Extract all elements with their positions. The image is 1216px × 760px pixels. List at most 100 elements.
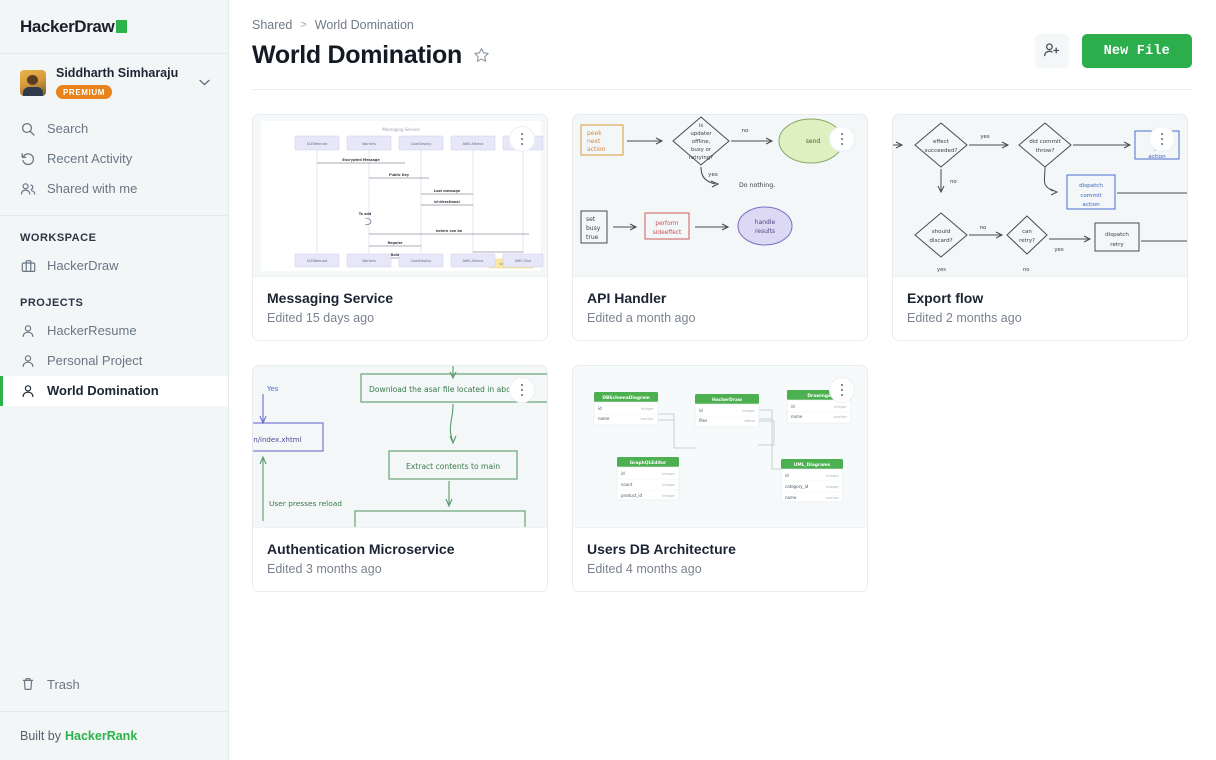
svg-text:sttext: sttext <box>745 419 756 423</box>
file-card[interactable]: DBSchemaDiagram id integer name varchar … <box>572 365 868 592</box>
breadcrumb-separator-icon: > <box>300 19 307 31</box>
svg-text:id: id <box>598 406 602 411</box>
sidebar-item-recent-activity[interactable]: Recent Activity <box>0 144 228 174</box>
svg-text:integer: integer <box>662 483 675 487</box>
svg-text:files: files <box>699 418 707 423</box>
file-title: Authentication Microservice <box>267 541 455 557</box>
file-card-body: Users DB Architecture Edited 4 months ag… <box>573 527 867 591</box>
svg-text:SLEWebroot: SLEWebroot <box>307 259 328 263</box>
user-menu[interactable]: Siddharth Simharaju PREMIUM <box>0 54 228 110</box>
svg-text:integer: integer <box>662 472 675 476</box>
sidebar-item-label: HackerDraw <box>47 258 119 273</box>
file-card-body: Export flow Edited 2 months ago <box>893 276 1187 340</box>
breadcrumb-current[interactable]: World Domination <box>315 18 414 32</box>
svg-text:CodeDeploy: CodeDeploy <box>411 142 432 146</box>
svg-text:id: id <box>699 408 703 413</box>
sidebar: HackerDraw Siddharth Simharaju PREMIUM S… <box>0 0 229 760</box>
file-card[interactable]: effect succeeded? yes did commit throw? … <box>892 114 1188 341</box>
svg-text:Messaging Service: Messaging Service <box>382 127 420 132</box>
sidebar-item-trash[interactable]: Trash <box>0 669 228 699</box>
sidebar-item-label: World Domination <box>47 383 159 398</box>
svg-text:sideeffect: sideeffect <box>653 230 682 236</box>
brand-square-icon <box>116 20 128 33</box>
file-title: Messaging Service <box>267 290 394 306</box>
svg-text:Last message: Last message <box>434 189 461 193</box>
header-actions: New File <box>1034 34 1192 68</box>
user-meta: Siddharth Simharaju PREMIUM <box>56 66 189 100</box>
svg-text:results: results <box>755 228 775 235</box>
add-person-icon <box>1043 42 1061 61</box>
svg-text:dispatch: dispatch <box>1079 183 1103 189</box>
svg-text:Yes: Yes <box>266 385 279 393</box>
flowchart-sketch-preview: peek next action is updater offline, busy … <box>573 115 867 276</box>
brand[interactable]: HackerDraw <box>0 0 228 54</box>
svg-text:integer: integer <box>834 405 847 409</box>
new-file-button[interactable]: New File <box>1081 34 1192 68</box>
svg-text:commit: commit <box>1080 193 1102 199</box>
svg-text:peek: peek <box>587 130 602 137</box>
card-menu-button[interactable] <box>829 126 855 152</box>
sidebar-item-world-domination[interactable]: World Domination <box>0 375 228 406</box>
file-thumbnail: DBSchemaDiagram id integer name varchar … <box>573 366 867 527</box>
file-card[interactable]: Yes ain/index.xhtml Download the asar fi… <box>252 365 548 592</box>
file-card[interactable]: Messaging Service SLEWebroot Workers Code… <box>252 114 548 341</box>
svg-text:name: name <box>598 416 610 421</box>
workspace-section-label: WORKSPACE <box>20 231 97 244</box>
svg-text:no: no <box>950 179 957 185</box>
svg-text:Workers: Workers <box>362 259 376 263</box>
page-title: World Domination <box>252 41 462 69</box>
svg-text:Bold: Bold <box>391 253 400 257</box>
svg-text:updater: updater <box>690 131 712 137</box>
person-icon <box>20 383 36 399</box>
card-menu-button[interactable] <box>509 126 535 152</box>
file-grid: Messaging Service SLEWebroot Workers Code… <box>229 90 1216 592</box>
file-card-body: Authentication Microservice Edited 3 mon… <box>253 527 547 591</box>
svg-text:action: action <box>587 146 606 153</box>
footer-prefix: Built by <box>20 729 61 743</box>
svg-text:integer: integer <box>826 485 839 489</box>
card-menu-button[interactable] <box>829 377 855 403</box>
share-button[interactable] <box>1034 34 1069 68</box>
svg-text:throw?: throw? <box>1036 148 1055 154</box>
svg-text:integer: integer <box>742 409 755 413</box>
sidebar-trash-section: Trash <box>0 669 228 712</box>
premium-badge: PREMIUM <box>56 85 112 99</box>
svg-text:bi-directional: bi-directional <box>434 200 460 204</box>
svg-text:retry: retry <box>1110 242 1124 248</box>
svg-text:HackerDraw: HackerDraw <box>712 397 742 403</box>
breadcrumb-root[interactable]: Shared <box>252 18 292 32</box>
chevron-down-icon[interactable] <box>199 77 214 89</box>
file-card[interactable]: peek next action is updater offline, busy … <box>572 114 868 341</box>
card-menu-button[interactable] <box>1149 126 1175 152</box>
svg-text:DBSchemaDiagram: DBSchemaDiagram <box>602 395 650 401</box>
sidebar-item-hackerresume[interactable]: HackerResume <box>0 316 228 346</box>
sidebar-item-personal-project[interactable]: Personal Project <box>0 346 228 376</box>
briefcase-icon <box>20 258 36 274</box>
sidebar-item-label: Recent Activity <box>47 151 133 166</box>
er-table: UML_Diagrams id integer category_id inte… <box>780 459 844 503</box>
flowchart-sketch-preview: effect succeeded? yes did commit throw? … <box>893 115 1187 276</box>
person-icon <box>20 323 36 339</box>
svg-text:Encrypted Message: Encrypted Message <box>342 158 380 162</box>
file-subtitle: Edited 2 months ago <box>907 311 1022 325</box>
file-thumbnail: Messaging Service SLEWebroot Workers Code… <box>253 115 547 276</box>
svg-text:Public Key: Public Key <box>389 173 410 177</box>
file-card-body: Messaging Service Edited 15 days ago <box>253 276 547 340</box>
svg-text:retrying?: retrying? <box>689 155 713 161</box>
svg-text:no: no <box>1023 267 1029 273</box>
sidebar-item-search[interactable]: Search <box>0 114 228 144</box>
svg-text:count: count <box>621 482 633 487</box>
sidebar-item-hackerdraw[interactable]: HackerDraw <box>0 251 228 281</box>
file-subtitle: Edited 4 months ago <box>587 562 702 576</box>
star-outline-icon[interactable] <box>473 47 490 64</box>
footer-brand-link[interactable]: HackerRank <box>65 729 137 743</box>
svg-text:integer: integer <box>662 494 675 498</box>
file-card-body: API Handler Edited a month ago <box>573 276 867 340</box>
svg-text:varchar: varchar <box>825 496 839 500</box>
svg-text:dispatch: dispatch <box>1105 232 1129 238</box>
sidebar-item-shared-with-me[interactable]: Shared with me <box>0 174 228 204</box>
app-root: HackerDraw Siddharth Simharaju PREMIUM S… <box>0 0 1216 760</box>
card-menu-button[interactable] <box>509 377 535 403</box>
sidebar-item-label: HackerResume <box>47 323 137 338</box>
